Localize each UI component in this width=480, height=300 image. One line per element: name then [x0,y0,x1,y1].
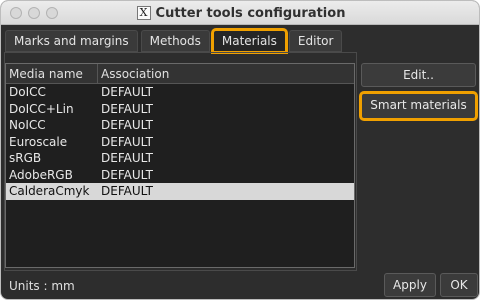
association-cell: DEFAULT [101,151,153,165]
tab-methods[interactable]: Methods [140,30,210,52]
media-name-cell: NoICC [9,118,46,132]
units-label: Units : mm [9,279,75,293]
edit-button[interactable]: Edit.. [361,63,476,87]
column-header-association[interactable]: Association [98,64,169,83]
tab-materials[interactable]: Materials [210,28,288,54]
media-name-cell: Euroscale [9,134,68,149]
media-name-cell: AdobeRGB [9,167,73,182]
x11-icon: X [136,6,151,20]
window-title: Cutter tools configuration [155,5,346,21]
media-name-cell: sRGB [9,151,42,165]
column-header-media-name[interactable]: Media name [6,64,98,83]
table-header: Media name Association [6,64,354,84]
tab-editor[interactable]: Editor [288,30,343,52]
media-name-cell: DoICC+Lin [9,101,74,116]
table-row[interactable]: DoICC DEFAULT [6,84,354,101]
ok-button[interactable]: OK [440,273,478,297]
association-cell: DEFAULT [101,134,153,149]
media-name-cell: CalderaCmyk [9,184,90,198]
association-cell: DEFAULT [101,101,153,116]
association-cell: DEFAULT [101,184,153,198]
table-row-selected[interactable]: CalderaCmyk DEFAULT [6,183,354,200]
table-row[interactable]: AdobeRGB DEFAULT [6,167,354,184]
table-row[interactable]: sRGB DEFAULT [6,150,354,167]
media-name-cell: DoICC [9,85,46,99]
title-bar: X Cutter tools configuration [1,1,479,25]
apply-button[interactable]: Apply [384,273,436,297]
table-row[interactable]: Euroscale DEFAULT [6,134,354,151]
table-row[interactable]: NoICC DEFAULT [6,117,354,134]
smart-materials-button[interactable]: Smart materials [359,91,478,121]
cutter-tools-window: X Cutter tools configuration Marks and m… [0,0,480,300]
association-cell: DEFAULT [101,118,153,132]
association-cell: DEFAULT [101,85,153,99]
table-row[interactable]: DoICC+Lin DEFAULT [6,101,354,118]
tab-bar: Marks and margins Methods Materials Edit… [5,28,343,54]
tab-marks-and-margins[interactable]: Marks and margins [5,30,138,52]
materials-table[interactable]: Media name Association DoICC DEFAULT DoI… [5,63,355,268]
association-cell: DEFAULT [101,167,153,182]
